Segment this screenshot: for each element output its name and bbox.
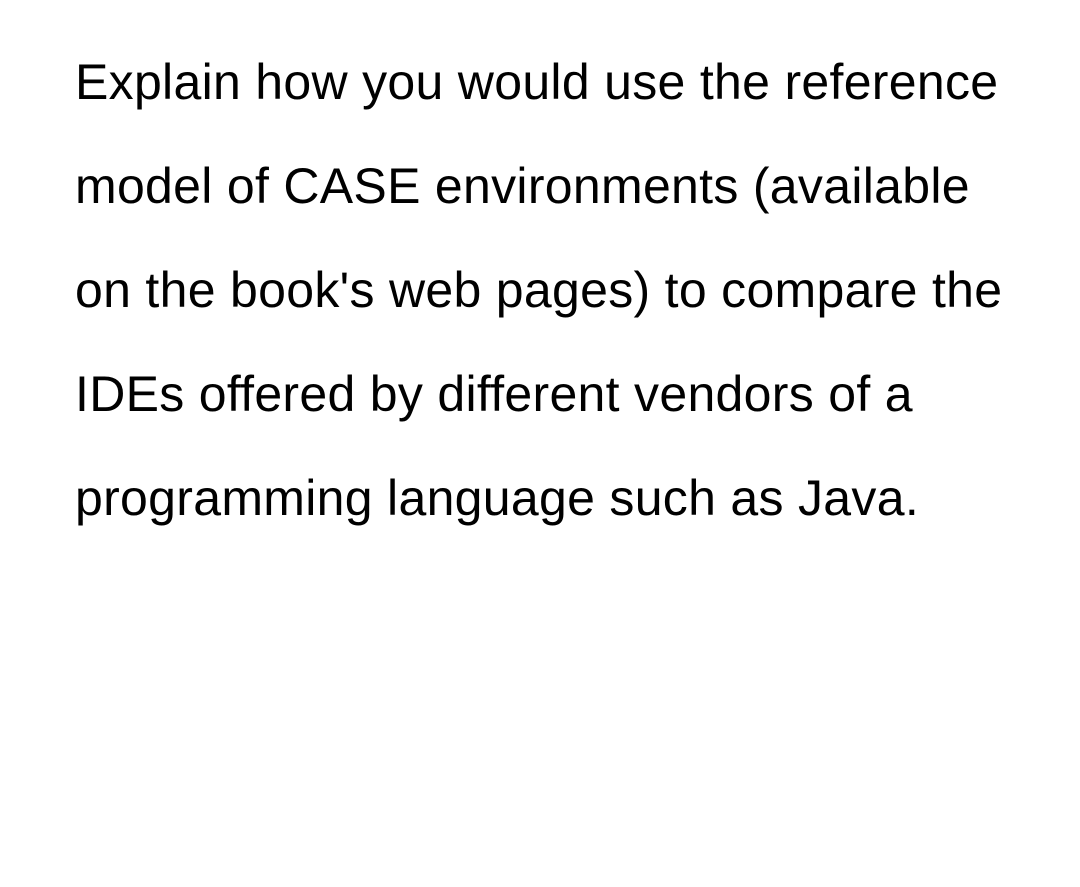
question-text: Explain how you would use the reference …	[75, 30, 1010, 550]
